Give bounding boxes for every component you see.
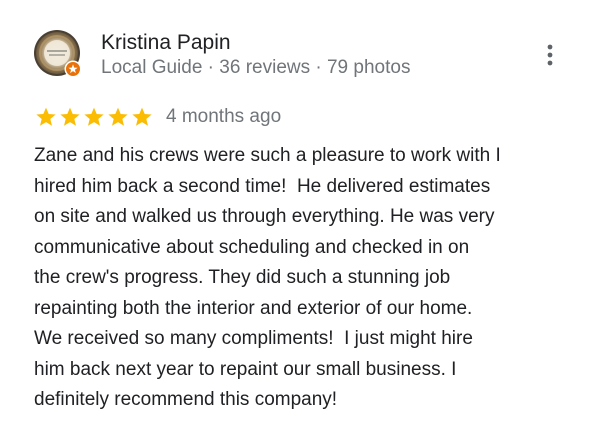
- review-date: 4 months ago: [166, 106, 282, 127]
- star-icon: [60, 107, 80, 126]
- review-text-line: on site and walked us through everything…: [34, 206, 495, 227]
- reviewer-name[interactable]: Kristina Papin: [101, 30, 231, 56]
- reviewer-meta[interactable]: Local Guide · 36 reviews · 79 photos: [101, 56, 410, 80]
- star-icon: [36, 107, 56, 126]
- review-text-line: hired him back a second time! He deliver…: [34, 175, 491, 197]
- star-icon: [132, 107, 152, 126]
- review-text-line: him back next year to repaint our small …: [34, 358, 457, 380]
- local-guide-badge-icon: [64, 60, 82, 78]
- star-rating: [34, 105, 154, 129]
- reviewer-avatar-container[interactable]: [34, 30, 82, 78]
- rating-row: 4 months ago: [34, 103, 281, 131]
- review-text-line: repainting both the interior and exterio…: [34, 297, 473, 319]
- review-text: Zane and his crews were such a pleasure …: [34, 141, 582, 416]
- star-icon: [84, 107, 104, 126]
- star-icon: [108, 107, 128, 126]
- more-options-button[interactable]: [536, 38, 564, 72]
- review-card: Kristina Papin Local Guide · 36 reviews …: [0, 0, 592, 445]
- review-text-line: communicative about scheduling and check…: [34, 236, 470, 258]
- review-text-line: Zane and his crews were such a pleasure …: [34, 145, 501, 166]
- review-text-line: We received so many compliments! I just …: [34, 328, 473, 349]
- more-vert-icon: [547, 44, 553, 66]
- review-text-line: definitely recommend this company!: [34, 389, 338, 410]
- review-text-line: the crew's progress. They did such a stu…: [34, 267, 451, 288]
